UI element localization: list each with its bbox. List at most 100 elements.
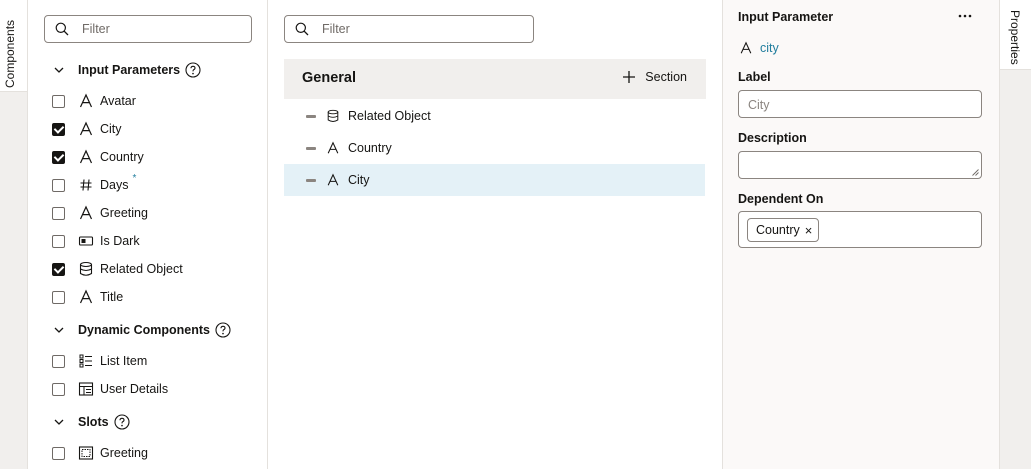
component-item-label: Is Dark (100, 234, 140, 248)
layout-item-label: Country (348, 141, 392, 155)
component-item-city[interactable]: City (52, 119, 122, 139)
component-item-is-dark[interactable]: Is Dark (52, 231, 140, 251)
label-field-label: Label (738, 70, 771, 84)
component-item-slot-greeting[interactable]: Greeting (52, 443, 148, 463)
layout-item-country[interactable]: Country (284, 132, 705, 164)
group-label: Input Parameters (78, 63, 181, 77)
boolean-icon (78, 236, 94, 246)
checkbox[interactable] (52, 354, 65, 368)
dependency-chip: Country × (747, 218, 820, 242)
required-marker: * (132, 173, 137, 184)
add-section-button[interactable]: Section (622, 70, 687, 84)
database-icon (327, 109, 339, 122)
checkbox-checked[interactable] (52, 262, 65, 276)
component-item-label: User Details (100, 382, 169, 396)
components-filter-placeholder: Filter (82, 22, 110, 36)
component-item-user-details[interactable]: User Details (52, 379, 168, 399)
plus-icon (623, 71, 636, 83)
section-header-general[interactable]: General Section (284, 59, 706, 99)
form-icon (78, 382, 94, 396)
layout-item-label: Related Object (348, 109, 431, 123)
chip-label: Country (756, 223, 800, 237)
component-item-label: Greeting (100, 206, 148, 220)
text-icon (327, 173, 339, 186)
text-icon (79, 121, 93, 136)
group-dynamic-components[interactable]: Dynamic Components (48, 318, 231, 342)
properties-panel: Input Parameter city Label City Descript… (722, 0, 999, 469)
component-item-related-object[interactable]: Related Object (52, 259, 183, 279)
tab-properties[interactable]: Properties (1000, 0, 1031, 70)
right-tab-strip: Properties (999, 0, 1031, 469)
checkbox[interactable] (52, 178, 65, 192)
group-input-parameters[interactable]: Input Parameters (48, 58, 201, 82)
section-title: General (302, 70, 356, 86)
drag-handle-icon[interactable] (306, 178, 316, 182)
remove-chip-icon[interactable]: × (805, 223, 813, 238)
text-icon (327, 141, 339, 154)
label-input[interactable]: City (738, 90, 982, 118)
component-item-country[interactable]: Country (52, 147, 144, 167)
component-item-label: Greeting (100, 446, 148, 460)
checkbox[interactable] (52, 290, 65, 304)
group-slots[interactable]: Slots (48, 410, 130, 434)
component-item-list-item[interactable]: List Item (52, 351, 147, 371)
component-item-label: Related Object (100, 262, 183, 276)
layout-filter-input[interactable]: Filter (284, 15, 534, 43)
tab-components[interactable]: Components (0, 0, 27, 92)
tab-properties-label: Properties (1008, 10, 1022, 65)
checkbox-checked[interactable] (52, 122, 65, 136)
text-icon (79, 149, 93, 164)
layout-item-related-object[interactable]: Related Object (284, 100, 705, 132)
left-tab-strip: Components (0, 0, 28, 469)
layout-item-label: City (348, 173, 370, 187)
more-options-icon[interactable] (957, 8, 973, 24)
component-item-label: City (100, 122, 122, 136)
dependent-on-input[interactable]: Country × (738, 211, 982, 248)
label-input-placeholder: City (748, 98, 770, 112)
parameter-id-value: city (760, 41, 779, 55)
component-item-label: List Item (100, 354, 148, 368)
chevron-down-icon[interactable] (54, 417, 64, 427)
layout-panel: Filter General Section Related Object Co… (268, 0, 722, 469)
resize-grip-icon[interactable] (972, 169, 979, 176)
properties-title: Input Parameter (738, 10, 834, 24)
checkbox[interactable] (52, 234, 65, 248)
search-icon (55, 22, 69, 36)
drag-handle-icon[interactable] (306, 114, 316, 118)
search-icon (295, 22, 309, 36)
component-item-greeting[interactable]: Greeting (52, 203, 148, 223)
database-icon (79, 261, 93, 276)
parameter-id: city (739, 41, 779, 55)
text-icon (740, 41, 752, 54)
help-icon[interactable] (114, 414, 130, 430)
description-textarea[interactable] (738, 151, 982, 179)
chevron-down-icon[interactable] (54, 65, 64, 75)
text-icon (79, 93, 93, 108)
checkbox[interactable] (52, 94, 65, 108)
group-label: Slots (78, 415, 109, 429)
drag-handle-icon[interactable] (306, 146, 316, 150)
checkbox[interactable] (52, 382, 65, 396)
add-section-label: Section (645, 70, 687, 84)
component-item-days[interactable]: Days * (52, 173, 137, 195)
slot-icon (78, 446, 94, 460)
component-item-title[interactable]: Title (52, 287, 123, 307)
dependent-on-field-label: Dependent On (738, 192, 824, 206)
component-item-label: Avatar (100, 94, 136, 108)
component-item-avatar[interactable]: Avatar (52, 91, 136, 111)
components-filter-input[interactable]: Filter (44, 15, 252, 43)
help-icon[interactable] (185, 62, 201, 78)
components-panel: Filter Input Parameters Avatar City Coun… (28, 0, 268, 469)
component-item-label: Country (100, 150, 144, 164)
layout-filter-placeholder: Filter (322, 22, 350, 36)
layout-item-city[interactable]: City (284, 164, 705, 196)
checkbox-checked[interactable] (52, 150, 65, 164)
group-label: Dynamic Components (78, 323, 210, 337)
component-item-label: Title (100, 290, 124, 304)
chevron-down-icon[interactable] (54, 325, 64, 335)
number-icon (80, 179, 92, 191)
text-icon (79, 205, 93, 220)
help-icon[interactable] (215, 322, 231, 338)
checkbox[interactable] (52, 206, 65, 220)
checkbox[interactable] (52, 446, 65, 460)
